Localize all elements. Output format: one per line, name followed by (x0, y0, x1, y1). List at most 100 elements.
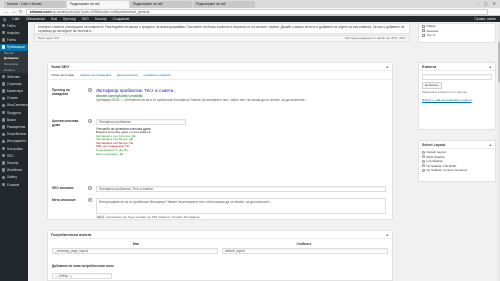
snippet-preview-row: Преглед на извадката ? Лютофлор пробиоти… (52, 88, 388, 108)
help-icon[interactable]: ? (88, 186, 92, 190)
snippet-preview: Лютофлор пробиотик. Тест и съвети. sitna… (96, 88, 386, 102)
help-icon[interactable]: ? (88, 119, 92, 123)
tags-header[interactable]: Етикети ▲ (419, 63, 495, 71)
radio-button[interactable] (422, 159, 425, 163)
meta-description-textarea[interactable]: Интересувате ли се от пробиотик Лютофлор… (96, 198, 386, 214)
collapse-icon[interactable]: ▲ (385, 63, 389, 71)
sidebar-item-label: Коментари (6, 89, 23, 94)
seo-icon (2, 154, 6, 158)
dashboard-icon (2, 23, 6, 28)
browser-tab-active[interactable]: Редактиране на таб (67, 1, 129, 8)
sidebar-item-label: Сгъване (6, 182, 20, 187)
seo-box-title: Yoast SEO (51, 65, 70, 69)
custom-field-select[interactable]: — Избор — (52, 273, 112, 279)
custom-field-value-input[interactable]: default_layout (222, 248, 388, 254)
seo-title-input[interactable]: Лютофлор пробиотик. Тест и съвети. (96, 186, 386, 192)
checkbox[interactable] (422, 29, 425, 33)
layout-header[interactable]: Select Layout ▲ (419, 141, 495, 149)
sidebar-item[interactable]: Сгъване (0, 181, 28, 188)
help-icon[interactable]: ? (88, 88, 92, 92)
adminbar-item-seo[interactable]: SEO (82, 17, 89, 21)
sidebar-item-label: Табло (6, 23, 16, 28)
radio-button[interactable] (422, 164, 425, 168)
radio-button[interactable] (422, 150, 425, 154)
sidebar-item[interactable]: Страници (0, 80, 28, 87)
sidebar-item[interactable]: Продукти (0, 109, 28, 116)
collapse-icon[interactable]: ▲ (488, 63, 492, 71)
url-path: /wp-admin/post.php?post=1058&action=edit… (50, 9, 150, 14)
sidebar-item[interactable]: Файлове (0, 73, 28, 80)
sidebar-item[interactable]: Инструменти (0, 138, 28, 145)
layout-title: Select Layout (422, 143, 446, 147)
sidebar-item[interactable]: WooCommerce (0, 102, 29, 109)
window-controls[interactable]: – ▢ ✕ (476, 1, 498, 6)
sidebar-item[interactable]: Настройки (0, 145, 28, 152)
sidebar-item[interactable]: Wordfence (0, 167, 28, 174)
focus-keyword-input[interactable]: Лютофлор пробиотик (96, 119, 186, 125)
collapse-icon[interactable]: ▲ (385, 231, 389, 239)
url-host: sitname.com (29, 9, 51, 14)
custom-field-name-input[interactable]: _cmsmag_page_layout (52, 248, 218, 254)
sidebar-item[interactable]: Security (0, 159, 28, 166)
sidebar-item[interactable]: Разширения (0, 123, 28, 130)
browser-tab[interactable]: Редактиране на таб (130, 1, 192, 8)
add-tag-button[interactable]: Добавяне (422, 82, 442, 89)
custom-fields-box: Потребителски полета ▲ Име Стойност _cmsm… (47, 230, 393, 281)
radio-button[interactable] (422, 155, 425, 159)
adminbar-item-security[interactable]: Security (95, 17, 107, 21)
sidebar-item[interactable]: Отзиви (0, 95, 28, 102)
sidebar-item-label: Gallery (6, 175, 17, 180)
seo-box-header[interactable]: Yoast SEO ▲ (48, 63, 392, 71)
tab-page-analysis[interactable]: Анализ на страницата (80, 73, 111, 77)
pages-icon (2, 82, 6, 86)
adminbar-item-site[interactable]: Сайт (12, 17, 20, 21)
adminbar-greeting[interactable]: Привет, admin (475, 17, 496, 21)
custom-fields-title: Потребителски полета (51, 233, 92, 237)
post-content-excerpt[interactable]: интернет клиенти и въпросите на клиентит… (34, 23, 410, 34)
plugins-icon (2, 125, 6, 129)
tab-social[interactable]: Социални профили (144, 73, 171, 77)
sidebar-item-dashboard[interactable]: Табло (0, 22, 28, 29)
adminbar-item-updates[interactable]: Обновления (26, 17, 45, 21)
checkbox[interactable] (422, 33, 425, 37)
most-used-tags-link[interactable]: Избор от най-използваните етикети (422, 98, 472, 102)
custom-fields-header[interactable]: Потребителски полета ▲ (48, 231, 392, 239)
appearance-icon (2, 118, 6, 122)
browser-tab[interactable]: Редактиране на таб (193, 1, 255, 8)
tags-input[interactable] (422, 74, 492, 80)
sidebar-item[interactable]: Визия (0, 116, 28, 123)
sidebar-item[interactable]: Потребители (0, 131, 28, 138)
wp-logo-icon[interactable]: Ⓦ (3, 17, 6, 22)
radio-button[interactable] (422, 168, 425, 172)
checkbox[interactable] (422, 24, 425, 28)
browser-tab[interactable]: Начало › Сайт с бизнес (4, 1, 66, 8)
sidebar-item-posts[interactable]: Публикации (0, 43, 28, 51)
adminbar-item-new[interactable]: Нов (51, 17, 57, 21)
tags-title: Етикети (422, 65, 437, 69)
category-checkbox[interactable]: Тест 4 (419, 33, 495, 38)
help-icon[interactable]: ? (88, 198, 92, 202)
sidebar-item-label: Настройки (6, 146, 23, 151)
sidebar-item-forms[interactable]: Forms (0, 36, 28, 43)
collapse-icon[interactable]: ▲ (488, 141, 492, 149)
custom-field-row: _cmsmag_page_layout default_layout (52, 248, 388, 256)
layout-option[interactable]: No Sidebar, Content Centered (419, 168, 495, 173)
products-icon (2, 110, 6, 115)
sidebar-item[interactable]: SEO (0, 152, 28, 159)
back-icon[interactable]: ← (4, 9, 9, 14)
sidebar-item-label: Security (6, 160, 19, 165)
sidebar-item-label: Потребители (6, 132, 27, 137)
checkbox-label: Тест 4 (426, 33, 436, 37)
adminbar-item-create[interactable]: Създаване (113, 17, 130, 21)
sidebar-item-analytics[interactable]: Analytics (0, 29, 28, 36)
select-layout-box: Select Layout ▲ Default Layout Right Side… (418, 140, 496, 182)
address-input[interactable]: sitname.com/wp-admin/post.php?post=1058&… (25, 8, 488, 15)
sidebar-item[interactable]: Gallery (0, 174, 28, 181)
adminbar-item-view[interactable]: Преглед (63, 17, 76, 21)
tab-general[interactable]: Общи настройки (51, 73, 74, 77)
url-bar: ← → ↻ sitname.com/wp-admin/post.php?post… (0, 8, 500, 16)
forward-icon[interactable]: → (12, 9, 17, 14)
reload-icon[interactable]: ↻ (19, 9, 23, 15)
sidebar-item[interactable]: Коментари (0, 88, 28, 95)
tab-advanced[interactable]: Допълнителни (117, 73, 137, 77)
